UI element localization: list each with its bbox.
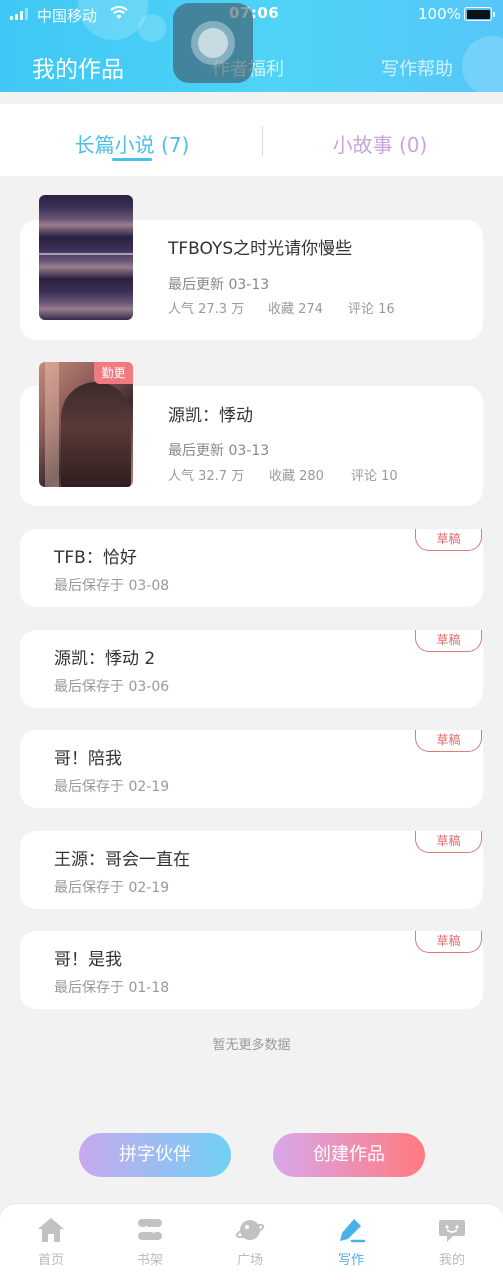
tab-short-stories[interactable]: 小故事 (0) bbox=[280, 129, 480, 158]
battery-percent: 100% bbox=[418, 5, 461, 23]
tab-novels[interactable]: 长篇小说 (7) bbox=[32, 129, 232, 158]
draft-card[interactable] bbox=[20, 630, 483, 708]
nav-label: 我的 bbox=[438, 1253, 465, 1268]
header-tab-writing-help[interactable]: 写作帮助 bbox=[381, 55, 453, 81]
draft-tag: 草稿 bbox=[415, 529, 482, 551]
draft-saved-time: 最后保存于 03-06 bbox=[54, 679, 170, 695]
novel-popularity: 人气 32.7 万 bbox=[168, 469, 245, 484]
novel-comments: 评论 10 bbox=[351, 469, 398, 484]
draft-saved-time: 最后保存于 02-19 bbox=[54, 779, 170, 795]
draft-saved-time: 最后保存于 03-08 bbox=[54, 578, 170, 594]
tab-divider bbox=[262, 126, 263, 156]
novel-cover[interactable] bbox=[39, 195, 133, 320]
bookshelf-icon bbox=[138, 1219, 162, 1240]
carrier-label: 中国移动 bbox=[37, 7, 98, 25]
draft-tag: 草稿 bbox=[415, 730, 482, 752]
novel-title: 源凯：悸动 bbox=[168, 406, 253, 426]
nav-label: 广场 bbox=[236, 1253, 263, 1268]
bottom-nav: 首页 书架 广场 写作 我的 bbox=[0, 1203, 503, 1280]
draft-saved-time: 最后保存于 02-19 bbox=[54, 880, 170, 896]
draft-card[interactable] bbox=[20, 730, 483, 808]
content-tabs: 长篇小说 (7) 小故事 (0) bbox=[0, 104, 503, 176]
pen-icon bbox=[340, 1219, 366, 1243]
assistive-touch-button[interactable] bbox=[173, 3, 253, 83]
draft-saved-time: 最后保存于 01-18 bbox=[54, 980, 170, 996]
header-tab-my-works[interactable]: 我的作品 bbox=[32, 50, 124, 84]
signal-icon bbox=[10, 8, 28, 20]
chat-face-icon bbox=[439, 1220, 465, 1242]
nav-label: 写作 bbox=[337, 1253, 364, 1268]
wifi-icon bbox=[110, 6, 128, 19]
draft-card[interactable] bbox=[20, 931, 483, 1009]
frequent-update-badge: 勤更 bbox=[94, 362, 133, 384]
nav-item-write[interactable]: 写作 bbox=[316, 1216, 386, 1268]
planet-icon bbox=[235, 1220, 265, 1240]
header-decoration bbox=[462, 36, 503, 92]
draft-title: 哥！是我 bbox=[54, 950, 122, 970]
draft-tag: 草稿 bbox=[415, 931, 482, 953]
nav-item-me[interactable]: 我的 bbox=[417, 1216, 487, 1268]
draft-title: TFB：恰好 bbox=[54, 548, 137, 568]
nav-item-bookshelf[interactable]: 书架 bbox=[115, 1216, 185, 1268]
draft-title: 哥！陪我 bbox=[54, 749, 122, 769]
nav-item-square[interactable]: 广场 bbox=[215, 1216, 285, 1268]
active-tab-indicator bbox=[112, 158, 152, 161]
home-icon bbox=[38, 1218, 64, 1242]
draft-title: 源凯：悸动 2 bbox=[54, 649, 156, 669]
novel-favorites: 收藏 280 bbox=[269, 469, 324, 484]
create-work-button[interactable]: 创建作品 bbox=[273, 1133, 425, 1177]
draft-tag: 草稿 bbox=[415, 630, 482, 652]
novel-favorites: 收藏 274 bbox=[268, 302, 323, 317]
nav-label: 首页 bbox=[37, 1253, 64, 1268]
battery-icon bbox=[464, 7, 495, 21]
draft-title: 王源：哥会一直在 bbox=[54, 850, 190, 870]
novel-title: TFBOYS之时光请你慢些 bbox=[168, 239, 353, 259]
nav-label: 书架 bbox=[136, 1253, 163, 1268]
draft-tag: 草稿 bbox=[415, 831, 482, 853]
novel-comments: 评论 16 bbox=[348, 302, 395, 317]
novel-updated: 最后更新 03-13 bbox=[168, 277, 270, 293]
no-more-data-text: 暂无更多数据 bbox=[212, 1038, 291, 1053]
nav-item-home[interactable]: 首页 bbox=[16, 1216, 86, 1268]
draft-card[interactable] bbox=[20, 831, 483, 909]
novel-popularity: 人气 27.3 万 bbox=[168, 302, 245, 317]
draft-card[interactable] bbox=[20, 529, 483, 607]
writing-partner-button[interactable]: 拼字伙伴 bbox=[79, 1133, 231, 1177]
novel-updated: 最后更新 03-13 bbox=[168, 443, 270, 459]
